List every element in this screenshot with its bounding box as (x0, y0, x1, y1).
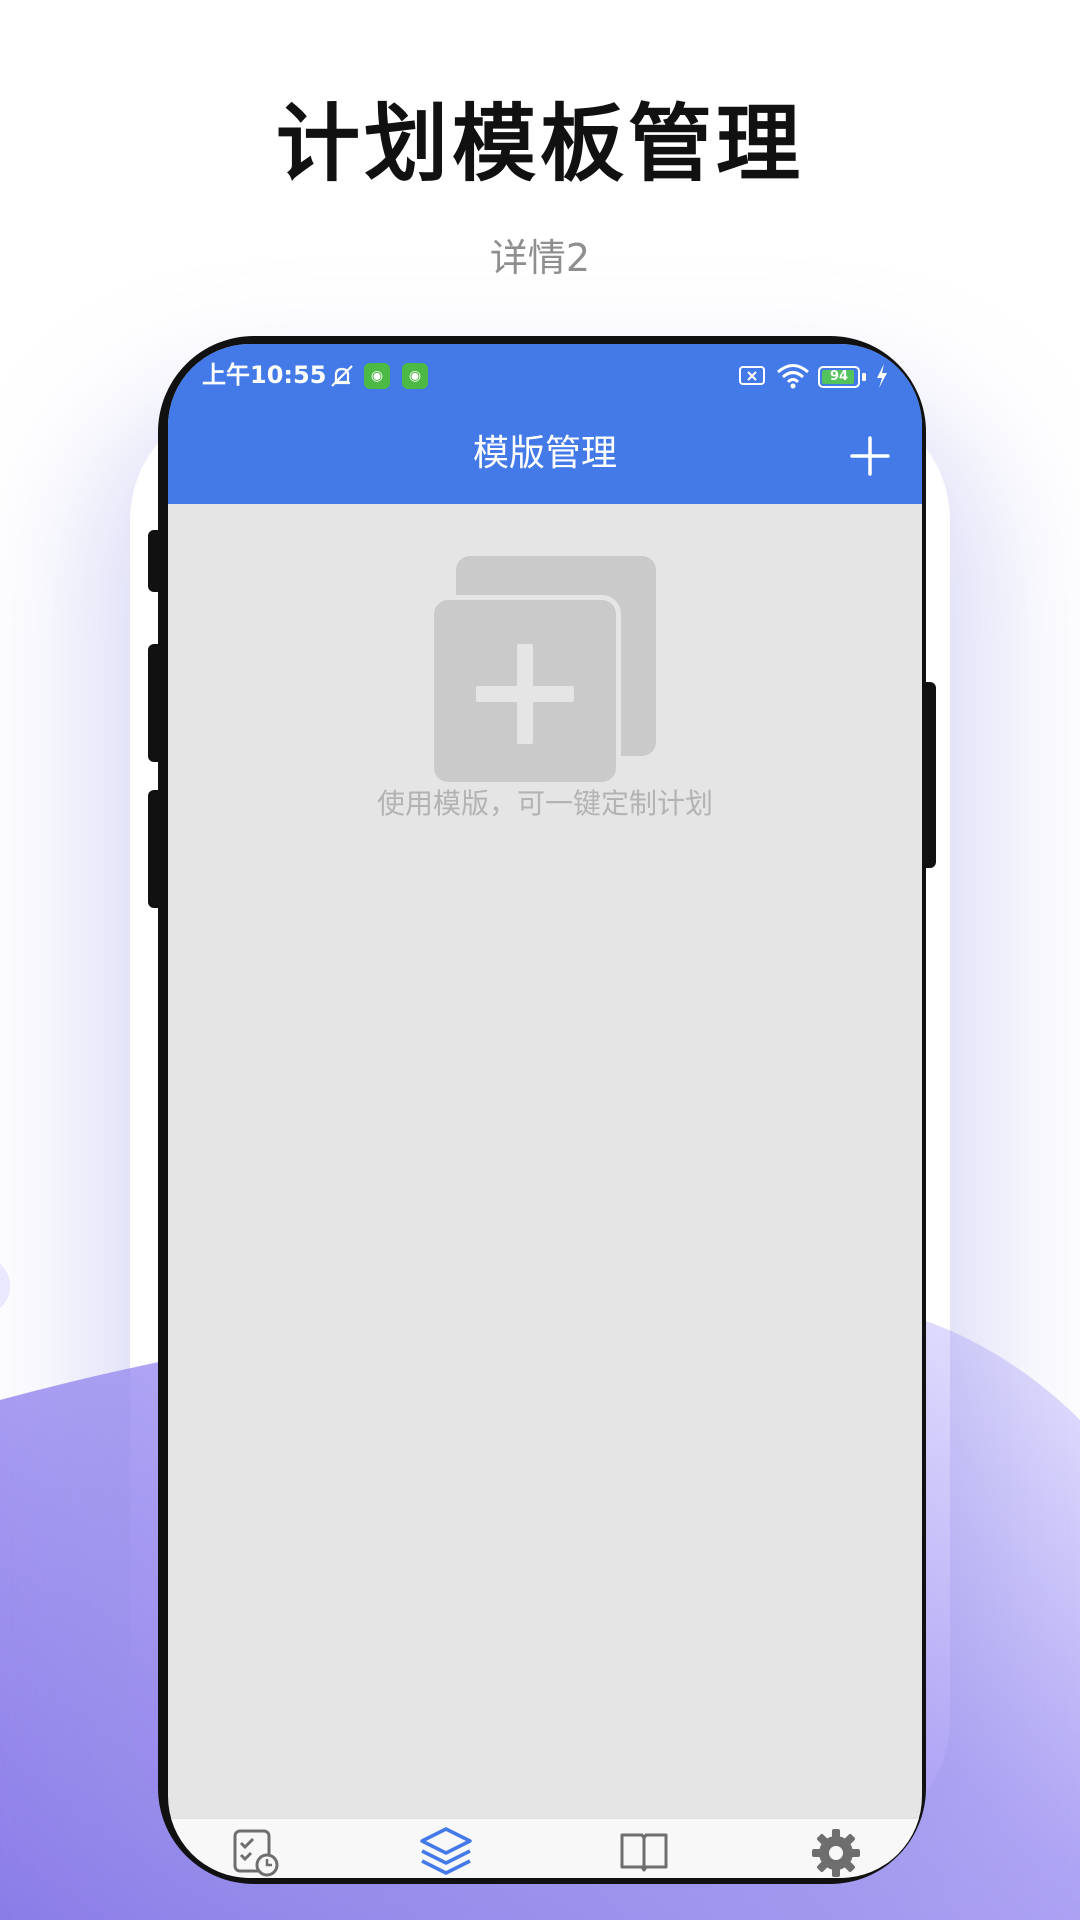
promo-title: 计划模板管理 (275, 95, 804, 193)
tab-library[interactable] (614, 1827, 674, 1878)
no-sim-icon (739, 366, 765, 385)
charging-icon (877, 364, 887, 388)
add-template-button[interactable] (844, 430, 896, 482)
schedule-checklist-icon (233, 1829, 279, 1877)
layers-icon (420, 1827, 472, 1875)
phone-screen: 上午10:55 ◉ ◉ 94 模版管理 使用模版，可一键定制计划 (168, 344, 922, 1878)
promo-subtitle: 详情2 (489, 236, 591, 280)
tab-templates[interactable] (416, 1827, 476, 1878)
book-icon (620, 1833, 668, 1872)
status-time: 上午10:55 (202, 361, 327, 389)
status-bar: 上午10:55 ◉ ◉ 94 (168, 344, 922, 408)
app-title: 模版管理 (472, 433, 617, 474)
wifi-icon (777, 364, 809, 389)
battery-icon: 94 (818, 366, 860, 388)
mute-notification-icon (331, 365, 353, 387)
bottom-tab-bar (168, 1818, 922, 1878)
battery-tip (862, 373, 866, 381)
battery-level: 94 (829, 369, 849, 384)
app-bar: 模版管理 (168, 408, 922, 504)
gear-icon (812, 1829, 860, 1877)
empty-state-message: 使用模版，可一键定制计划 (376, 787, 713, 820)
app-notification-icon: ◉ (402, 363, 428, 389)
tab-plans[interactable] (226, 1827, 286, 1878)
add-template-icon (434, 556, 656, 782)
tab-settings[interactable] (806, 1827, 866, 1878)
app-notification-icon: ◉ (364, 363, 390, 389)
